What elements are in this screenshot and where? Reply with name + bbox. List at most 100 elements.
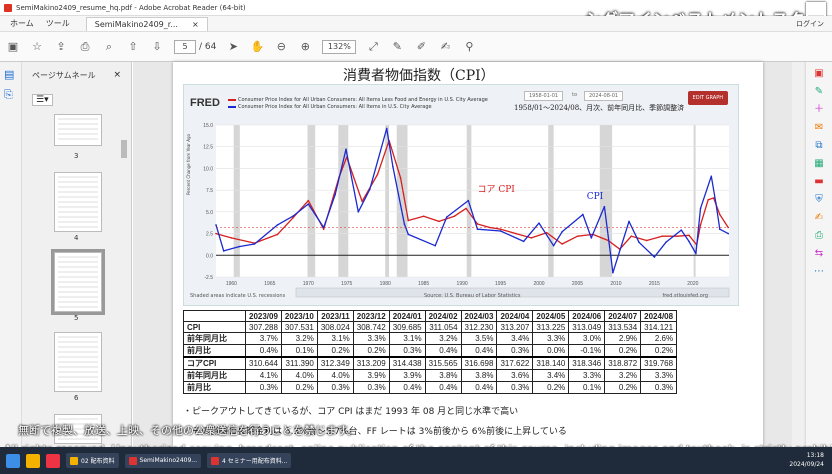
folder-icon bbox=[70, 456, 78, 465]
next-page-icon[interactable]: ⇩ bbox=[150, 40, 164, 54]
table-cell: 3.2% bbox=[280, 332, 318, 345]
cpi-line-point bbox=[215, 224, 217, 226]
share-icon[interactable]: ⚲ bbox=[462, 40, 476, 54]
page-thumbnail[interactable] bbox=[54, 114, 102, 146]
zoom-out-icon[interactable]: ⊖ bbox=[274, 40, 288, 54]
document-scrollbar[interactable] bbox=[792, 62, 804, 447]
table-cell: 0.3% bbox=[388, 344, 426, 358]
fred-plot-svg: -2.5 0.0 2.5 5.0 7.5 10.0 12.5 15.0 1960 1965 1970… bbox=[203, 123, 730, 298]
cpi-line-point bbox=[715, 202, 717, 204]
comment-icon[interactable]: ✎ bbox=[390, 40, 404, 54]
core-cpi-line-point bbox=[561, 243, 563, 245]
export-pdf-icon[interactable]: ▣ bbox=[813, 68, 825, 80]
combine-icon[interactable]: ⧉ bbox=[813, 140, 825, 152]
taskbar-item-active[interactable]: SemiMakino2409... bbox=[124, 453, 202, 468]
scan-icon[interactable]: ⎙ bbox=[813, 230, 825, 242]
table-cell: 3.3% bbox=[640, 369, 678, 382]
taskbar-item[interactable]: 02 配布資料 bbox=[66, 453, 119, 468]
thumbnail-options-button[interactable]: ☰▾ bbox=[32, 94, 53, 106]
close-panel-icon[interactable]: × bbox=[113, 70, 121, 80]
legend-label-core: Consumer Price Index for All Urban Consu… bbox=[238, 97, 488, 103]
page-thumbnail[interactable] bbox=[54, 172, 102, 232]
print-icon[interactable]: ⎙ bbox=[78, 40, 92, 54]
page-thumbnail[interactable] bbox=[54, 332, 102, 392]
y-tick-label: 12.5 bbox=[203, 145, 213, 151]
close-tab-icon[interactable]: × bbox=[192, 20, 199, 29]
main-toolbar: ▣ ☆ ⇪ ⎙ ⌕ ⇧ ⇩ 5 / 64 ➤ ✋ ⊖ ⊕ 132% ⤢ ✎ ✐ … bbox=[0, 32, 832, 62]
table-cell: 4.0% bbox=[316, 369, 354, 382]
sign-icon[interactable]: ✍ bbox=[438, 40, 452, 54]
chrome-icon[interactable] bbox=[46, 453, 60, 468]
table-cell: 3.8% bbox=[424, 369, 462, 382]
table-cell: 3.2% bbox=[424, 332, 462, 345]
redact-icon[interactable]: ▬ bbox=[813, 176, 825, 188]
prev-page-icon[interactable]: ⇧ bbox=[126, 40, 140, 54]
login-link[interactable]: ログイン bbox=[796, 19, 824, 29]
column-header: 2024/08 bbox=[640, 310, 678, 322]
start-date-input[interactable]: 1958-01-01 bbox=[524, 91, 564, 101]
legend-entry-core: Consumer Price Index for All Urban Consu… bbox=[228, 97, 488, 104]
zoom-level[interactable]: 132% bbox=[322, 39, 357, 54]
edit-pdf-icon[interactable]: ✎ bbox=[813, 86, 825, 98]
core-cpi-line-point bbox=[422, 215, 425, 217]
table-cell: 318.140 bbox=[532, 356, 570, 370]
page-thumbnail-selected[interactable] bbox=[51, 249, 105, 315]
edit-graph-button[interactable]: EDIT GRAPH bbox=[687, 91, 728, 105]
table-cell: 317.622 bbox=[496, 356, 534, 370]
search-icon[interactable]: ⌕ bbox=[102, 40, 116, 54]
cpi-line-point bbox=[357, 211, 360, 213]
fill-sign-icon[interactable]: ✍ bbox=[813, 212, 825, 224]
cpi-line-point bbox=[590, 237, 593, 239]
table-cell: 3.8% bbox=[460, 369, 498, 382]
more-tools-icon[interactable]: ⋯ bbox=[813, 266, 825, 278]
table-cell: 0.2% bbox=[604, 381, 642, 394]
start-icon[interactable] bbox=[6, 453, 20, 468]
thumbnails-icon[interactable]: ▤ bbox=[4, 68, 18, 82]
fred-logo: FRED bbox=[190, 97, 220, 109]
create-pdf-icon[interactable]: ＋ bbox=[813, 104, 825, 116]
select-cursor-icon[interactable]: ➤ bbox=[226, 40, 240, 54]
hand-tool-icon[interactable]: ✋ bbox=[250, 40, 265, 54]
core-cpi-line-point bbox=[718, 213, 721, 216]
core-cpi-line-point bbox=[276, 233, 279, 236]
cpi-line-point bbox=[628, 220, 630, 223]
row-label: 前月比 bbox=[183, 381, 246, 394]
organize-icon[interactable]: ▦ bbox=[813, 158, 825, 170]
table-cell: 3.7% bbox=[245, 332, 282, 345]
taskbar-item[interactable]: 4 セミナー用配布資料... bbox=[207, 453, 292, 468]
compare-icon[interactable]: ⇆ bbox=[813, 248, 825, 260]
cpi-line-point bbox=[727, 232, 730, 235]
table-cell: 3.9% bbox=[352, 369, 390, 382]
attachment-icon[interactable]: ⎘ bbox=[4, 88, 18, 102]
table-cell: 311.054 bbox=[424, 321, 462, 333]
table-cell: 0.2% bbox=[604, 344, 642, 358]
protect-icon[interactable]: ⛨ bbox=[813, 194, 825, 206]
zoom-in-icon[interactable]: ⊕ bbox=[298, 40, 312, 54]
column-header: 2024/02 bbox=[424, 310, 462, 322]
document-tab[interactable]: SemiMakino2409_r... × bbox=[85, 16, 208, 31]
x-tick-label: 1995 bbox=[495, 281, 506, 287]
table-cell: 3.6% bbox=[496, 369, 534, 382]
cpi-line-point bbox=[238, 245, 240, 248]
cpi-line-point bbox=[445, 216, 448, 218]
fit-page-icon[interactable]: ⤢ bbox=[366, 40, 380, 54]
core-cpi-line-point bbox=[576, 235, 579, 237]
core-cpi-line-point bbox=[307, 199, 310, 202]
x-tick-label: 2005 bbox=[572, 281, 583, 287]
upload-icon[interactable]: ⇪ bbox=[54, 40, 68, 54]
explorer-icon[interactable] bbox=[26, 453, 40, 468]
chart-note: 1958/01〜2024/08、月次、前年同月比、季節調整済 bbox=[514, 104, 685, 112]
cpi-line-point bbox=[292, 215, 294, 217]
save-icon[interactable]: ▣ bbox=[6, 40, 20, 54]
page-number-input[interactable]: 5 bbox=[174, 39, 196, 54]
comment-tool-icon[interactable]: ✉ bbox=[813, 122, 825, 134]
end-date-input[interactable]: 2024-08-01 bbox=[584, 91, 624, 101]
table-row: 前年同月比 3.7% 3.2% 3.1% 3.3% 3.1% 3.2% 3.5% 3.4% 3.3… bbox=[183, 332, 678, 345]
bookmark-star-icon[interactable]: ☆ bbox=[30, 40, 44, 54]
page-navigator: 5 / 64 bbox=[174, 39, 216, 54]
sidebar-scrollbar[interactable] bbox=[121, 140, 127, 158]
tab-home[interactable]: ホーム bbox=[4, 18, 40, 29]
highlight-icon[interactable]: ✐ bbox=[414, 40, 428, 54]
tab-tools[interactable]: ツール bbox=[40, 18, 76, 29]
table-cell: 308.742 bbox=[352, 321, 390, 333]
